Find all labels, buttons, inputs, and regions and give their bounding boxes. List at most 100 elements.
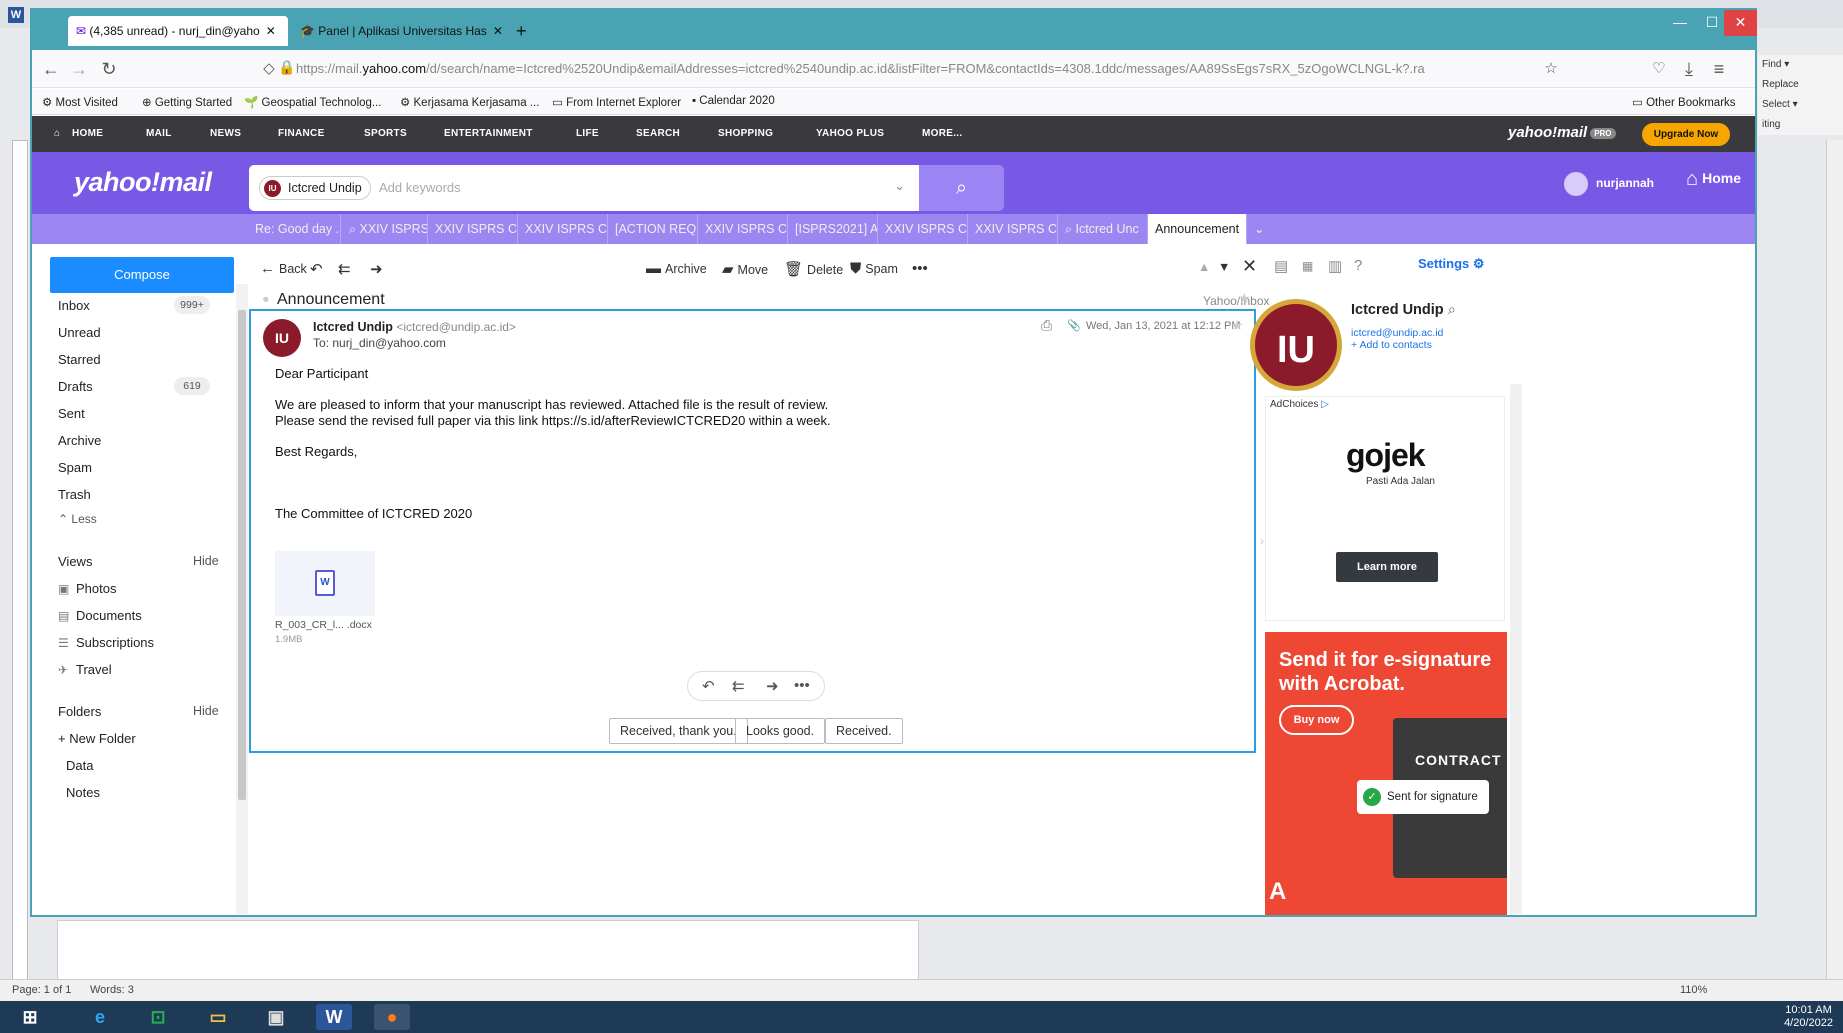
less-toggle[interactable]: ⌃ Less bbox=[58, 512, 97, 526]
tab-announcement[interactable]: Announcement bbox=[1148, 214, 1247, 244]
pocket-icon[interactable]: ♡ bbox=[1648, 59, 1670, 77]
upgrade-button[interactable]: Upgrade Now bbox=[1642, 123, 1730, 146]
search-icon[interactable]: ⌕ bbox=[919, 165, 1004, 211]
bookmark-getting-started[interactable]: ⊕ Getting Started bbox=[142, 95, 232, 109]
bookmark-most-visited[interactable]: ⚙ Most Visited bbox=[42, 95, 118, 109]
settings-link[interactable]: Settings ⚙ bbox=[1418, 256, 1485, 272]
minimize-icon[interactable]: — bbox=[1662, 10, 1698, 36]
nav-mail[interactable]: MAIL bbox=[146, 128, 172, 139]
replace-button[interactable]: Replace bbox=[1758, 75, 1843, 95]
back-button[interactable]: ← Back bbox=[260, 260, 307, 277]
folder-notes[interactable]: Notes bbox=[66, 785, 100, 800]
home-link[interactable]: ⌂ Home bbox=[1686, 168, 1741, 191]
select-button[interactable]: Select ▾ bbox=[1758, 95, 1843, 115]
firefox-taskbar-icon[interactable]: ● bbox=[374, 1004, 410, 1030]
nav-life[interactable]: LIFE bbox=[576, 128, 599, 139]
windows-start-icon[interactable]: ⊞ bbox=[12, 1004, 48, 1030]
nav-finance[interactable]: FINANCE bbox=[278, 128, 325, 139]
reply-all-icon[interactable]: ⇇ bbox=[338, 260, 355, 278]
back-arrow-icon[interactable]: ← bbox=[40, 59, 62, 80]
forward-icon[interactable]: ➜ bbox=[370, 260, 387, 278]
browser-tab-yahoo[interactable]: ✉ (4,385 unread) - nurj_din@yaho ✕ bbox=[68, 16, 288, 46]
nav-shopping[interactable]: SHOPPING bbox=[718, 128, 773, 139]
word-document-page[interactable] bbox=[57, 920, 919, 980]
close-window-icon[interactable]: ✕ bbox=[1724, 10, 1757, 36]
word-taskbar-icon[interactable]: W bbox=[316, 1004, 352, 1030]
print-icon[interactable]: ⎙ bbox=[1041, 317, 1052, 334]
nav-sports[interactable]: SPORTS bbox=[364, 128, 407, 139]
nav-news[interactable]: NEWS bbox=[210, 128, 241, 139]
folder-archive[interactable]: Archive bbox=[58, 433, 101, 448]
buy-now-button[interactable]: Buy now bbox=[1279, 705, 1354, 735]
tab-message[interactable]: [ISPRS2021] Ab bbox=[788, 214, 878, 244]
nav-yahoo-plus[interactable]: YAHOO PLUS bbox=[816, 128, 884, 139]
bookmark-star-icon[interactable]: ☆ bbox=[1540, 59, 1562, 77]
unread-dot-icon[interactable]: ● bbox=[262, 292, 270, 306]
user-profile[interactable]: nurjannah bbox=[1564, 172, 1654, 196]
add-to-contacts[interactable]: + Add to contacts bbox=[1351, 339, 1432, 351]
reply-icon[interactable]: ↶ bbox=[702, 677, 715, 695]
attachment-name[interactable]: R_003_CR_l... .docx bbox=[275, 619, 372, 631]
spam-button[interactable]: ⛊ Spam bbox=[850, 260, 898, 277]
new-folder-button[interactable]: + New Folder bbox=[58, 731, 136, 746]
find-button[interactable]: Find ▾ bbox=[1758, 55, 1843, 75]
view-travel[interactable]: ✈ Travel bbox=[58, 662, 112, 677]
contacts-icon[interactable]: ▤ bbox=[1274, 257, 1288, 275]
yahoo-mail-pro-logo[interactable]: yahoo!mail PRO bbox=[1508, 124, 1616, 141]
view-documents[interactable]: ▤ Documents bbox=[58, 608, 142, 623]
new-tab-icon[interactable]: + bbox=[508, 16, 538, 46]
next-message-icon[interactable]: ▼ bbox=[1218, 260, 1230, 274]
notepad-icon[interactable]: ▥ bbox=[1328, 257, 1342, 275]
sender[interactable]: Ictcred Undip <ictcred@undip.ac.id> bbox=[313, 320, 516, 334]
reply-all-icon[interactable]: ⇇ bbox=[732, 677, 745, 695]
view-photos[interactable]: ▣ Photos bbox=[58, 581, 116, 596]
lock-icon[interactable]: 🔒 bbox=[276, 59, 298, 76]
nav-search[interactable]: SEARCH bbox=[636, 128, 680, 139]
quick-reply-button[interactable]: Looks good. bbox=[735, 718, 826, 744]
calendar-icon[interactable]: ▦ bbox=[1302, 259, 1313, 273]
folder-data[interactable]: Data bbox=[66, 758, 93, 773]
tab-search[interactable]: ⌕ Ictcred Unc bbox=[1058, 214, 1148, 244]
paperclip-icon[interactable]: 📎 bbox=[1067, 319, 1081, 332]
internet-explorer-icon[interactable]: e bbox=[82, 1004, 118, 1030]
attachment-thumbnail[interactable]: W bbox=[275, 551, 375, 616]
folder-drafts[interactable]: Drafts bbox=[58, 379, 93, 394]
compose-button[interactable]: Compose bbox=[50, 257, 234, 293]
nav-entertainment[interactable]: ENTERTAINMENT bbox=[444, 128, 533, 139]
folders-hide-button[interactable]: Hide bbox=[193, 704, 219, 718]
menu-icon[interactable]: ≡ bbox=[1708, 59, 1730, 80]
nav-home[interactable]: HOME bbox=[72, 128, 103, 139]
browser-tab-panel[interactable]: 🎓 Panel | Aplikasi Universitas Has ✕ bbox=[292, 16, 502, 46]
quick-reply-button[interactable]: Received. bbox=[825, 718, 903, 744]
tab-message[interactable]: XXIV ISPRS Cor bbox=[878, 214, 968, 244]
folder-inbox[interactable]: Inbox bbox=[58, 298, 90, 313]
download-icon[interactable]: ⤓ bbox=[1678, 59, 1700, 80]
search-chip[interactable]: IU Ictcred Undip bbox=[259, 176, 371, 200]
chevron-right-icon[interactable]: › bbox=[1260, 534, 1264, 548]
bookmark-other[interactable]: ▭ Other Bookmarks bbox=[1632, 95, 1736, 109]
sidebar-scrollbar[interactable] bbox=[236, 284, 248, 914]
reply-icon[interactable]: ↶ bbox=[310, 260, 327, 278]
close-message-icon[interactable]: ✕ bbox=[1242, 256, 1257, 277]
forward-icon[interactable]: ➜ bbox=[766, 677, 779, 695]
tab-message[interactable]: XXIV ISPRS Cor bbox=[428, 214, 518, 244]
search-icon[interactable]: ⌕ bbox=[1448, 302, 1456, 318]
gojek-ad[interactable]: AdChoices ▷ gojek Pasti Ada Jalan Learn … bbox=[1265, 396, 1505, 621]
url-bar[interactable]: https://mail.yahoo.com/d/search/name=Ict… bbox=[296, 61, 1526, 76]
folder-sent[interactable]: Sent bbox=[58, 406, 85, 421]
help-icon[interactable]: ? bbox=[1354, 257, 1362, 274]
word-scrollbar[interactable] bbox=[1826, 140, 1843, 980]
sender-avatar[interactable]: IU bbox=[263, 319, 301, 357]
archive-button[interactable]: ▬ Archive bbox=[646, 260, 707, 277]
bookmark-geospatial[interactable]: 🌱 Geospatial Technolog... bbox=[244, 95, 382, 109]
scrollbar-thumb[interactable] bbox=[238, 310, 246, 800]
delete-button[interactable]: 🗑 Delete bbox=[784, 260, 843, 278]
folder-spam[interactable]: Spam bbox=[58, 460, 92, 475]
forward-arrow-icon[interactable]: → bbox=[68, 59, 90, 80]
store-icon[interactable]: ⊡ bbox=[140, 1004, 176, 1030]
more-icon[interactable]: ••• bbox=[912, 260, 932, 277]
nav-more[interactable]: MORE... bbox=[922, 128, 962, 139]
right-panel-scrollbar[interactable] bbox=[1510, 384, 1522, 914]
tab-message[interactable]: XXIV ISPRS Cor bbox=[968, 214, 1058, 244]
tab-search[interactable]: ⌕ XXIV ISPRS bbox=[342, 214, 428, 244]
